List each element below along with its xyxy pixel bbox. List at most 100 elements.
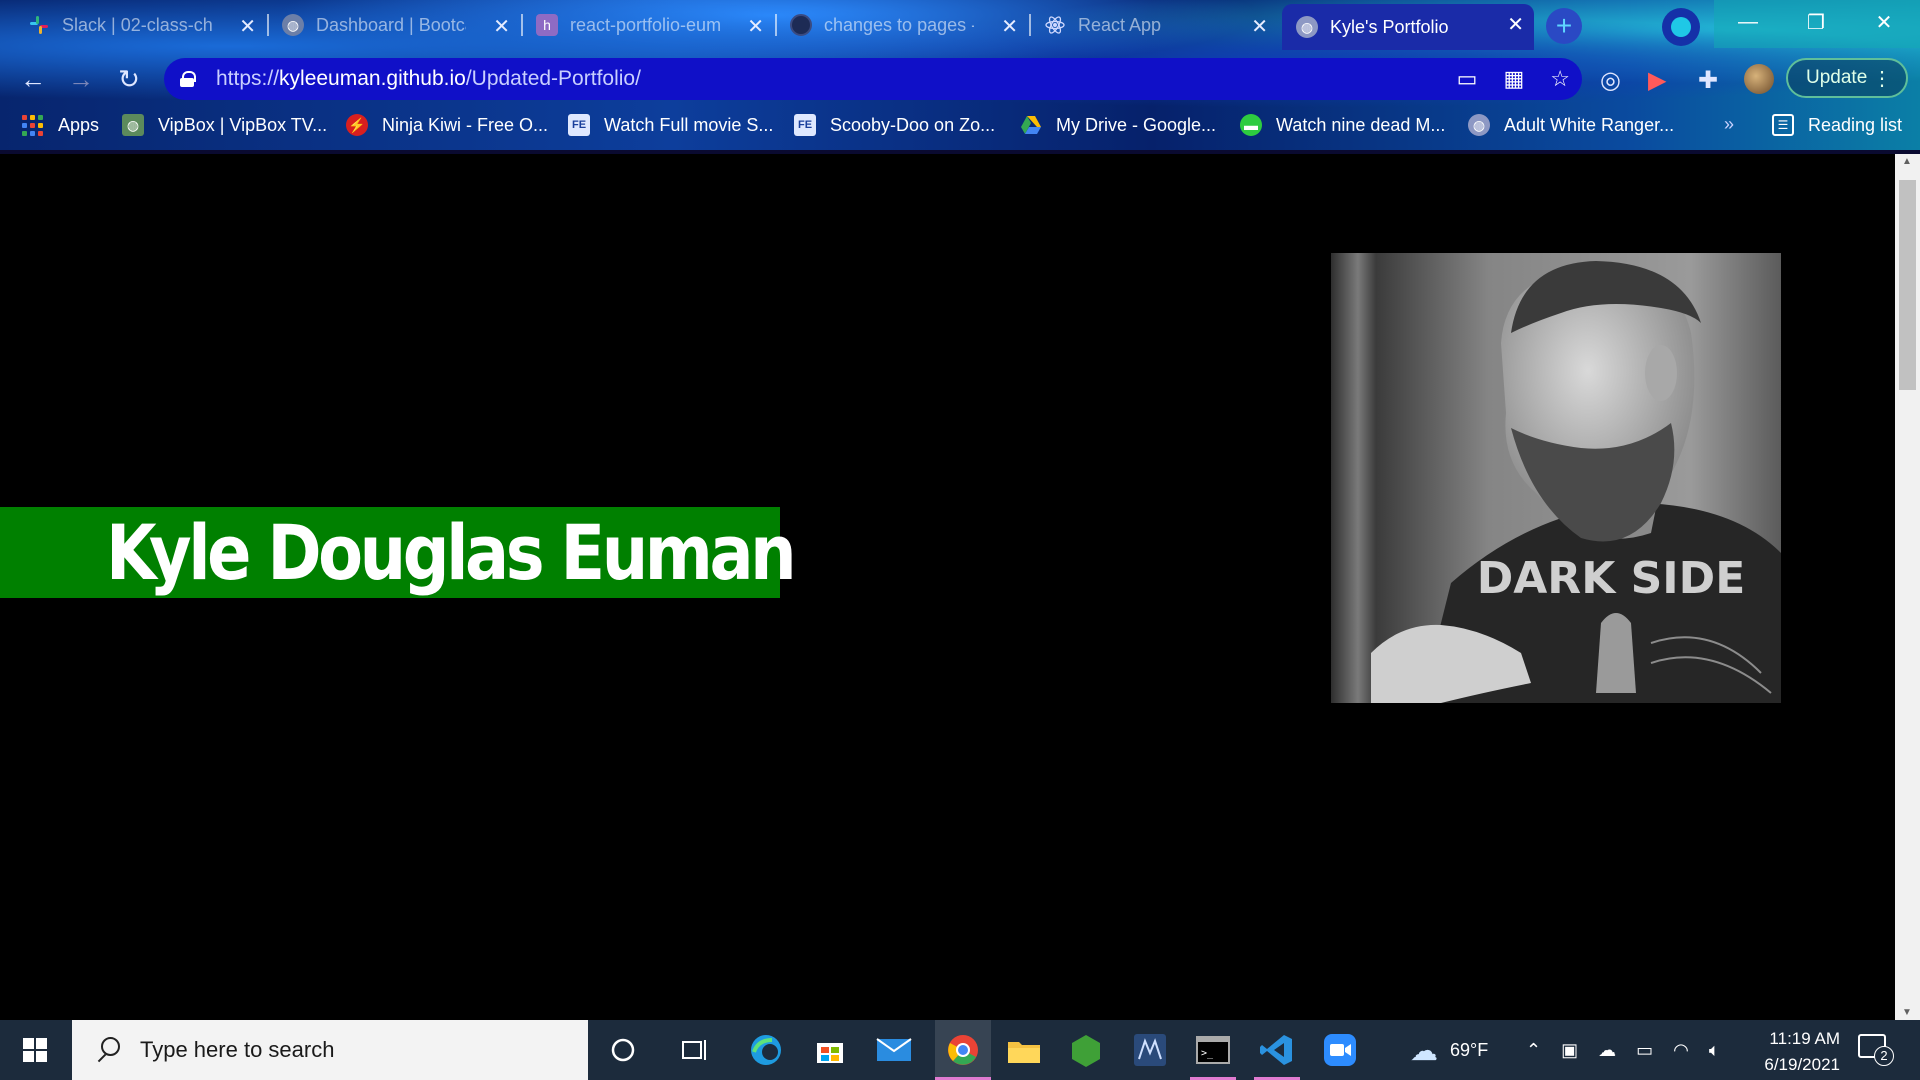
close-icon[interactable]: ✕ [747, 14, 764, 39]
battery-icon[interactable]: ▭ [1636, 1040, 1653, 1061]
file-explorer-icon[interactable] [1004, 1030, 1044, 1070]
bookmark-vipbox[interactable]: ◍ VipBox | VipBox TV... [122, 114, 327, 136]
page-scrollbar[interactable]: ▲ ▼ [1895, 154, 1920, 1020]
windows-logo-icon [23, 1038, 47, 1062]
clock[interactable]: 11:19 AM 6/19/2021 [1740, 1026, 1840, 1078]
qr-code-icon[interactable]: ▦ [1503, 66, 1524, 92]
extension-icon[interactable]: ▶ [1648, 66, 1666, 95]
tab-dashboard[interactable]: ◍ Dashboard | Bootca ✕ [268, 6, 523, 44]
profile-photo: DARK SIDE [1331, 253, 1781, 703]
mail-icon[interactable] [874, 1030, 914, 1070]
address-bar[interactable]: https://kyleeuman.github.io/Updated-Port… [164, 58, 1582, 100]
bookmarks-overflow-icon[interactable]: » [1724, 114, 1734, 135]
tab-kyles-portfolio[interactable]: ◍ Kyle's Portfolio ✕ [1282, 4, 1534, 50]
tab-slack[interactable]: Slack | 02-class-cha ✕ [14, 6, 269, 44]
bookmark-adult-white-ranger[interactable]: ◍ Adult White Ranger... [1468, 114, 1674, 136]
avatar[interactable] [1744, 64, 1774, 94]
weather-cloud-icon: ☁ [1410, 1034, 1438, 1066]
search-icon [94, 1037, 120, 1063]
back-arrow-icon[interactable]: ← [16, 62, 50, 96]
tab-title: React App [1078, 14, 1162, 35]
vipbox-icon: ◍ [122, 114, 144, 136]
bookmark-watch-full-movie[interactable]: FE Watch Full movie S... [568, 114, 773, 136]
zoom-icon[interactable] [1320, 1030, 1360, 1070]
chevron-up-icon[interactable]: ⌃ [1526, 1040, 1541, 1061]
install-app-icon[interactable]: ▭ [1457, 66, 1478, 92]
minimize-icon[interactable]: — [1720, 0, 1776, 44]
notification-count-badge: 2 [1874, 1046, 1894, 1066]
tab-title: Kyle's Portfolio [1330, 16, 1449, 37]
bookmark-ninja-kiwi[interactable]: ⚡ Ninja Kiwi - Free O... [346, 114, 548, 136]
weather-widget[interactable]: ☁ 69°F [1410, 1020, 1488, 1080]
reading-list-icon: ☰ [1772, 114, 1794, 136]
bookmark-watch-nine-dead[interactable]: ▬ Watch nine dead M... [1240, 114, 1445, 136]
wifi-icon[interactable]: ◠ [1673, 1040, 1689, 1061]
reload-icon[interactable]: ↻ [112, 62, 146, 96]
react-icon [1044, 14, 1066, 36]
github-icon [790, 14, 812, 36]
green-site-icon: ▬ [1240, 114, 1262, 136]
reading-list-button[interactable]: ☰ Reading list [1772, 114, 1902, 136]
notifications-icon[interactable]: 2 [1858, 1034, 1894, 1066]
tab-search-icon[interactable] [1662, 8, 1700, 46]
lock-icon[interactable] [180, 71, 196, 87]
chrome-taskbar-icon[interactable] [935, 1020, 991, 1080]
update-button[interactable]: Update ⋮ [1786, 58, 1908, 98]
tab-strip: Slack | 02-class-cha ✕ ◍ Dashboard | Boo… [0, 0, 1920, 50]
scroll-down-icon[interactable]: ▼ [1902, 1007, 1912, 1018]
scroll-up-icon[interactable]: ▲ [1902, 156, 1912, 167]
close-icon[interactable]: ✕ [1001, 14, 1018, 39]
window-close-icon[interactable]: ✕ [1856, 0, 1912, 44]
page-title: Kyle Douglas Euman [106, 507, 797, 597]
restore-icon[interactable]: ❐ [1788, 0, 1844, 44]
task-view-icon[interactable] [675, 1030, 715, 1070]
terminal-icon[interactable]: >_ [1193, 1030, 1233, 1070]
edge-icon[interactable] [746, 1030, 786, 1070]
meet-now-icon[interactable]: ▣ [1561, 1040, 1578, 1061]
puzzle-extensions-icon[interactable]: ✚ [1698, 66, 1718, 95]
close-icon[interactable]: ✕ [493, 14, 510, 39]
tab-title: Slack | 02-class-cha [62, 14, 212, 35]
microsoft-store-icon[interactable] [810, 1030, 850, 1070]
profile-photo-drawing: DARK SIDE [1331, 253, 1781, 703]
bookmark-star-icon[interactable]: ☆ [1550, 66, 1570, 92]
apps-grid-icon [22, 114, 44, 136]
portfolio-page: Kyle Douglas Euman DARK SIDE [0, 154, 1895, 1020]
forward-arrow-icon[interactable]: → [64, 62, 98, 96]
globe-icon: ◍ [282, 14, 304, 36]
nodejs-icon[interactable] [1066, 1030, 1106, 1070]
close-icon[interactable]: ✕ [239, 14, 256, 39]
onedrive-icon[interactable]: ☁ [1598, 1040, 1616, 1061]
mysql-workbench-icon[interactable] [1130, 1030, 1170, 1070]
bookmark-scooby-doo[interactable]: FE Scooby-Doo on Zo... [794, 114, 995, 136]
volume-icon[interactable]: 🔈︎ [1709, 1040, 1720, 1061]
slack-icon [28, 14, 50, 36]
scroll-thumb[interactable] [1899, 180, 1916, 390]
globe-icon: ◍ [1468, 114, 1490, 136]
windows-taskbar: Type here to search >_ ☁ 69°F ⌃ ▣ ☁ ▭ ◠ … [0, 1020, 1920, 1080]
menu-dots-icon[interactable]: ⋮ [1872, 66, 1892, 91]
start-button[interactable] [0, 1020, 70, 1080]
tab-title: Dashboard | Bootca [316, 14, 466, 35]
close-icon[interactable]: ✕ [1251, 14, 1268, 39]
cortana-icon[interactable] [603, 1030, 643, 1070]
browser-chrome: Slack | 02-class-cha ✕ ◍ Dashboard | Boo… [0, 0, 1920, 154]
tab-title: changes to pages - ( [824, 14, 974, 35]
tab-heroku[interactable]: h react-portfolio-eum ✕ [522, 6, 777, 44]
tab-title: react-portfolio-eum [570, 14, 720, 35]
system-tray: ⌃ ▣ ☁ ▭ ◠ 🔈︎ [1526, 1020, 1720, 1080]
new-tab-button[interactable]: + [1546, 8, 1582, 44]
shirt-graphic-text: DARK SIDE [1477, 553, 1746, 604]
taskbar-search-input[interactable]: Type here to search [72, 1020, 588, 1080]
close-icon[interactable]: ✕ [1507, 12, 1524, 37]
tab-react-app[interactable]: React App ✕ [1030, 6, 1278, 44]
clock-time: 11:19 AM [1769, 1029, 1840, 1048]
ninja-kiwi-icon: ⚡ [346, 114, 368, 136]
weather-temperature: 69°F [1450, 1039, 1489, 1060]
vscode-icon[interactable] [1256, 1030, 1296, 1070]
extension-icon[interactable]: ◎ [1600, 66, 1621, 95]
url-text[interactable]: https://kyleeuman.github.io/Updated-Port… [216, 67, 641, 91]
bookmark-google-drive[interactable]: My Drive - Google... [1020, 114, 1216, 136]
tab-github[interactable]: changes to pages - ( ✕ [776, 6, 1031, 44]
bookmark-apps[interactable]: Apps [22, 114, 99, 136]
